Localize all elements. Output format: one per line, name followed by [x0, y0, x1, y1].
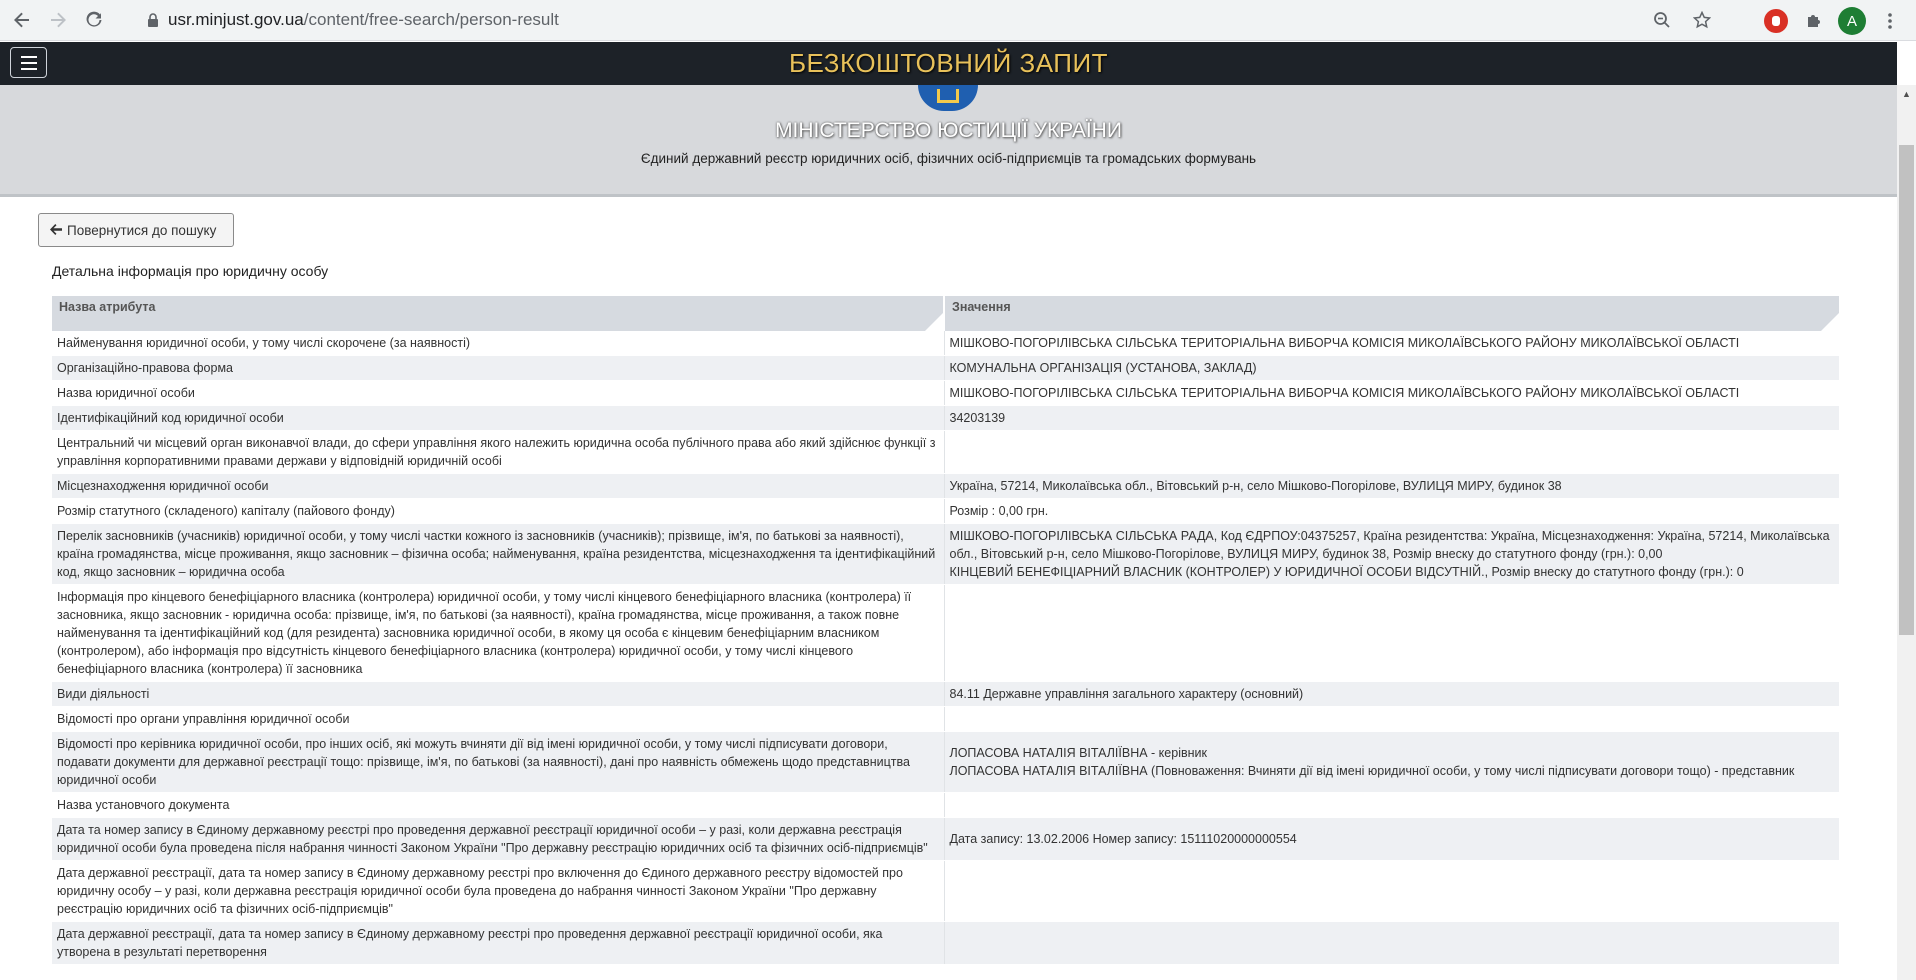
attribute-value-line: Дата запису: 13.02.2006 Номер запису: 15… [949, 832, 1297, 846]
attribute-value-line: МІШКОВО-ПОГОРІЛІВСЬКА СІЛЬСЬКА РАДА, Код… [949, 529, 1830, 561]
attribute-value-cell: МІШКОВО-ПОГОРІЛІВСЬКА СІЛЬСЬКА РАДА, Код… [944, 523, 1839, 585]
extensions-puzzle-icon[interactable] [1796, 3, 1832, 39]
table-row: Місцезнаходження юридичної особи Україна,… [52, 473, 1839, 499]
attribute-name-cell: Дата державної реєстрації, дата та номер… [52, 921, 945, 965]
table-row: Дата державної реєстрації, дата та номер… [52, 860, 1839, 922]
attribute-name-cell: Ідентифікаційний код юридичної особи [52, 405, 945, 431]
site-banner: МІНІСТЕРСТВО ЮСТИЦІЇ УКРАЇНИ Єдиний держ… [0, 85, 1897, 197]
back-to-search-label: Повернутися до пошуку [67, 222, 217, 238]
attribute-value-cell [944, 584, 1839, 682]
scrollbar-thumb[interactable] [1899, 145, 1914, 635]
column-header-attribute[interactable]: Назва атрибута [52, 296, 945, 331]
column-header-value[interactable]: Значення [944, 296, 1839, 331]
table-row: Відомості про керівника юридичної особи,… [52, 731, 1839, 793]
attribute-value-line: 34203139 [949, 411, 1006, 425]
site-topbar: БЕЗКОШТОВНИЙ ЗАПИТ [0, 42, 1897, 85]
attribute-value-cell: МІШКОВО-ПОГОРІЛІВСЬКА СІЛЬСЬКА ТЕРИТОРІА… [944, 331, 1839, 356]
attribute-value-line: КІНЦЕВИЙ БЕНЕФІЦІАРНИЙ ВЛАСНИК (КОНТРОЛЕ… [949, 565, 1744, 579]
attribute-name-cell: Найменування юридичної особи, у тому чис… [52, 331, 945, 356]
zoom-icon[interactable] [1642, 2, 1682, 38]
table-row: Інформація про кінцевого бенефіціарного … [52, 584, 1839, 682]
attribute-value-line: КОМУНАЛЬНА ОРГАНІЗАЦІЯ (УСТАНОВА, ЗАКЛАД… [949, 361, 1257, 375]
attributes-table: Назва атрибута Значення Найменування юри… [52, 296, 1839, 965]
attribute-value-cell: МІШКОВО-ПОГОРІЛІВСЬКА СІЛЬСЬКА ТЕРИТОРІА… [944, 380, 1839, 406]
table-row: Назва юридичної особи МІШКОВО-ПОГОРІЛІВСЬ… [52, 380, 1839, 406]
page-title: БЕЗКОШТОВНИЙ ЗАПИТ [788, 48, 1109, 78]
table-row: Відомості про органи управління юридично… [52, 706, 1839, 732]
table-row: Види діяльності 84.11 Державне управління… [52, 681, 1839, 707]
attribute-value-line: Розмір : 0,00 грн. [949, 504, 1049, 518]
attribute-name-cell: Види діяльності [52, 681, 945, 707]
table-row: Ідентифікаційний код юридичної особи 3420… [52, 405, 1839, 431]
forward-arrow-icon[interactable] [40, 2, 76, 38]
url-text: usr.minjust.gov.ua/content/free-search/p… [168, 10, 559, 29]
table-row: Дата та номер запису в Єдиному державном… [52, 817, 1839, 861]
table-row: Центральний чи місцевий орган виконавчої… [52, 430, 1839, 474]
scroll-up-icon[interactable]: ▲ [1897, 85, 1916, 102]
attribute-value-line: 84.11 Державне управління загального хар… [949, 687, 1304, 701]
table-row: Назва установчого документа [52, 792, 1839, 818]
section-title: Детальна інформація про юридичну особу [52, 263, 329, 279]
back-arrow-icon[interactable] [4, 2, 40, 38]
arrow-left-icon [49, 223, 62, 238]
profile-avatar[interactable]: A [1838, 7, 1866, 35]
attribute-value-line: ЛОПАСОВА НАТАЛІЯ ВІТАЛІЇВНА (Повноваженн… [949, 764, 1795, 778]
table-row: Розмір статутного (складеного) капіталу … [52, 498, 1839, 524]
more-menu-icon[interactable] [1872, 3, 1908, 39]
attribute-name-cell: Розмір статутного (складеного) капіталу … [52, 498, 945, 524]
hamburger-menu-icon[interactable] [10, 47, 47, 78]
registry-name: Єдиний державний реєстр юридичних осіб, … [640, 151, 1257, 166]
attribute-value-cell: 34203139 [944, 405, 1839, 431]
attribute-value-cell [944, 706, 1839, 732]
table-row: Найменування юридичної особи, у тому чис… [52, 331, 1839, 356]
table-header-row: Назва атрибута Значення [52, 296, 1839, 331]
reload-icon[interactable] [76, 2, 112, 38]
attribute-name-cell: Відомості про органи управління юридично… [52, 706, 945, 732]
bookmark-star-icon[interactable] [1682, 2, 1722, 38]
attribute-value-cell [944, 921, 1839, 965]
attribute-name-cell: Організаційно-правова форма [52, 355, 945, 381]
address-bar[interactable]: usr.minjust.gov.ua/content/free-search/p… [132, 4, 1722, 36]
attribute-value-line: МІШКОВО-ПОГОРІЛІВСЬКА СІЛЬСЬКА ТЕРИТОРІА… [949, 386, 1740, 400]
lock-icon [138, 13, 168, 27]
attribute-value-cell: Україна, 57214, Миколаївська обл., Вітов… [944, 473, 1839, 499]
attribute-value-line: ЛОПАСОВА НАТАЛІЯ ВІТАЛІЇВНА - керівник [949, 746, 1207, 760]
page-scrollbar[interactable]: ▲ [1897, 85, 1916, 980]
attribute-value-cell: Розмір : 0,00 грн. [944, 498, 1839, 524]
attribute-value-cell: Дата запису: 13.02.2006 Номер запису: 15… [944, 817, 1839, 861]
table-row: Організаційно-правова форма КОМУНАЛЬНА ОР… [52, 355, 1839, 381]
ministry-name: МІНІСТЕРСТВО ЮСТИЦІЇ УКРАЇНИ [775, 119, 1122, 142]
browser-toolbar: usr.minjust.gov.ua/content/free-search/p… [0, 0, 1916, 41]
attribute-value-cell: ЛОПАСОВА НАТАЛІЯ ВІТАЛІЇВНА - керівник ЛО… [944, 731, 1839, 793]
attribute-name-cell: Дата державної реєстрації, дата та номер… [52, 860, 945, 922]
attribute-name-cell: Інформація про кінцевого бенефіціарного … [52, 584, 945, 682]
attribute-value-cell: КОМУНАЛЬНА ОРГАНІЗАЦІЯ (УСТАНОВА, ЗАКЛАД… [944, 355, 1839, 381]
attribute-name-cell: Відомості про керівника юридичної особи,… [52, 731, 945, 793]
coat-of-arms-icon [918, 85, 978, 111]
attribute-value-cell [944, 860, 1839, 922]
attribute-name-cell: Перелік засновників (учасників) юридично… [52, 523, 945, 585]
attribute-name-cell: Дата та номер запису в Єдиному державном… [52, 817, 945, 861]
extension-stop-icon[interactable] [1764, 9, 1788, 33]
attribute-value-cell: 84.11 Державне управління загального хар… [944, 681, 1839, 707]
attribute-name-cell: Місцезнаходження юридичної особи [52, 473, 945, 499]
attribute-name-cell: Центральний чи місцевий орган виконавчої… [52, 430, 945, 474]
table-row: Перелік засновників (учасників) юридично… [52, 523, 1839, 585]
attribute-value-cell [944, 430, 1839, 474]
attribute-value-line: Україна, 57214, Миколаївська обл., Вітов… [949, 479, 1562, 493]
table-row: Дата державної реєстрації, дата та номер… [52, 921, 1839, 965]
attribute-value-line: МІШКОВО-ПОГОРІЛІВСЬКА СІЛЬСЬКА ТЕРИТОРІА… [949, 336, 1740, 350]
attribute-name-cell: Назва установчого документа [52, 792, 945, 818]
attribute-name-cell: Назва юридичної особи [52, 380, 945, 406]
attribute-value-cell [944, 792, 1839, 818]
back-to-search-button[interactable]: Повернутися до пошуку [38, 213, 234, 247]
